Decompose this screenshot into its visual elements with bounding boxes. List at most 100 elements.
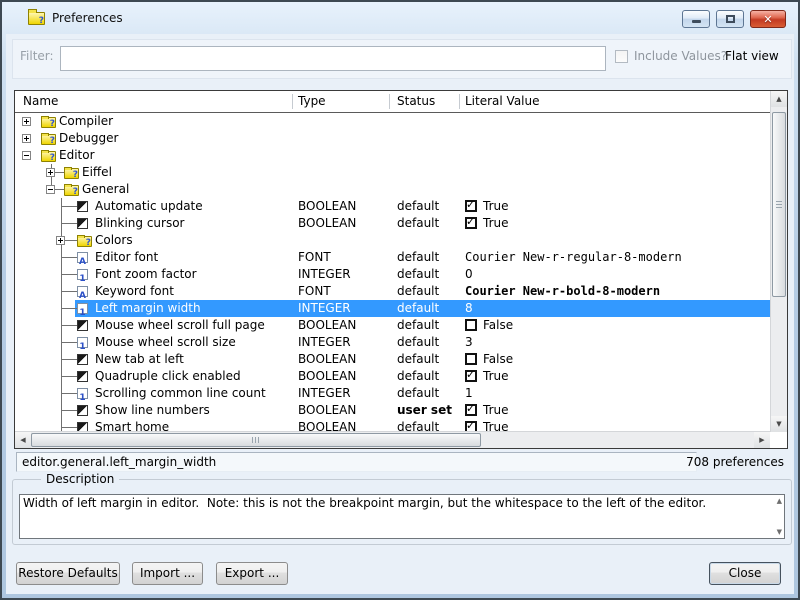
tree-row[interactable]: Scrolling common line countINTEGERdefaul… (15, 385, 770, 402)
import-button[interactable]: Import ... (132, 562, 203, 585)
tree-connector-line (61, 427, 77, 428)
tree-row[interactable]: Editor (15, 147, 770, 164)
expand-icon[interactable] (56, 236, 65, 245)
tree-row[interactable]: Blinking cursorBOOLEANdefaultTrue (15, 215, 770, 232)
tree-row[interactable]: General (15, 181, 770, 198)
close-button[interactable]: Close (709, 562, 781, 585)
column-header-status[interactable]: Status (397, 94, 435, 108)
description-scroll-down-icon[interactable]: ▼ (777, 528, 782, 536)
preference-name: Debugger (59, 130, 118, 147)
maximize-button[interactable] (716, 10, 744, 28)
preference-type: BOOLEAN (298, 402, 356, 419)
scroll-down-icon[interactable]: ▼ (771, 416, 787, 432)
int-icon (77, 337, 88, 348)
preference-name: New tab at left (95, 351, 184, 368)
preferences-window: Preferences ✕ Filter: Include Values? Fl… (0, 0, 800, 600)
value-checkbox[interactable] (465, 370, 477, 382)
value-checkbox[interactable] (465, 319, 477, 331)
bool-icon (77, 405, 88, 416)
include-values-checkbox[interactable] (615, 50, 628, 63)
column-separator[interactable] (292, 94, 293, 109)
value-checkbox[interactable] (465, 217, 477, 229)
bool-icon (77, 218, 88, 229)
scroll-up-icon[interactable]: ▲ (771, 91, 787, 107)
preference-name: Editor font (95, 249, 158, 266)
preference-type: BOOLEAN (298, 198, 356, 215)
folder-icon (41, 134, 56, 145)
preference-status: default (397, 334, 439, 351)
grid-header: Name Type Status Literal Value (15, 91, 770, 113)
description-scroll-up-icon[interactable]: ▲ (777, 497, 782, 505)
preference-value: 1 (465, 385, 473, 402)
maximize-icon (726, 15, 735, 23)
expand-icon[interactable] (46, 168, 55, 177)
preference-status: default (397, 317, 439, 334)
description-group: Description Width of left margin in edit… (12, 479, 792, 545)
preference-type: INTEGER (298, 266, 351, 283)
close-window-button[interactable]: ✕ (750, 10, 786, 28)
horizontal-scrollbar[interactable]: ◀ ▶ (15, 431, 770, 448)
tree-row[interactable]: Automatic updateBOOLEANdefaultTrue (15, 198, 770, 215)
value-checkbox[interactable] (465, 200, 477, 212)
tree-row[interactable]: Mouse wheel scroll sizeINTEGERdefault3 (15, 334, 770, 351)
tree-row[interactable]: Eiffel (15, 164, 770, 181)
preference-type: FONT (298, 283, 331, 300)
value-checkbox[interactable] (465, 404, 477, 416)
folder-icon (64, 185, 79, 196)
column-separator[interactable] (459, 94, 460, 109)
tree-connector-line (61, 206, 77, 207)
description-box: Width of left margin in editor. Note: th… (19, 494, 785, 539)
tree-connector-line (61, 291, 77, 292)
titlebar[interactable]: Preferences ✕ (4, 4, 796, 34)
preference-status: default (397, 385, 439, 402)
restore-defaults-button[interactable]: Restore Defaults (16, 562, 120, 585)
tree-row[interactable]: Quadruple click enabledBOOLEANdefaultTru… (15, 368, 770, 385)
tree-connector-line (61, 393, 77, 394)
column-header-type[interactable]: Type (298, 94, 326, 108)
tree-row[interactable]: Show line numbersBOOLEANuser setTrue (15, 402, 770, 419)
preference-name: Mouse wheel scroll full page (95, 317, 265, 334)
tree-row[interactable]: Keyword fontFONTdefaultCourier New-r-bol… (15, 283, 770, 300)
vertical-scroll-thumb[interactable] (772, 112, 786, 297)
collapse-icon[interactable] (22, 151, 31, 160)
preference-value: True (483, 368, 509, 385)
tree-row[interactable]: Mouse wheel scroll full pageBOOLEANdefau… (15, 317, 770, 334)
preference-value: Courier New-r-bold-8-modern (465, 283, 660, 300)
preference-type: BOOLEAN (298, 351, 356, 368)
filter-input[interactable] (60, 46, 606, 71)
collapse-icon[interactable] (46, 185, 55, 194)
tree-row-selected[interactable]: Left margin widthINTEGERdefault8 (15, 300, 770, 317)
tree-row[interactable]: Colors (15, 232, 770, 249)
tree-row[interactable]: Debugger (15, 130, 770, 147)
preference-name: Colors (95, 232, 133, 249)
column-header-literal[interactable]: Literal Value (465, 94, 540, 108)
tree-row[interactable]: Compiler (15, 113, 770, 130)
horizontal-scroll-thumb[interactable] (31, 433, 481, 447)
column-separator[interactable] (389, 94, 390, 109)
preference-status: default (397, 215, 439, 232)
scroll-left-icon[interactable]: ◀ (15, 432, 31, 448)
expand-icon[interactable] (22, 134, 31, 143)
include-values-label: Include Values? (634, 49, 727, 63)
preference-name: Scrolling common line count (95, 385, 266, 402)
export-button[interactable]: Export ... (216, 562, 288, 585)
preference-name: Eiffel (82, 164, 112, 181)
expand-icon[interactable] (22, 117, 31, 126)
minimize-button[interactable] (682, 10, 710, 28)
preference-status: default (397, 368, 439, 385)
preference-value: 8 (465, 300, 473, 317)
value-checkbox[interactable] (465, 353, 477, 365)
tree-row[interactable]: New tab at leftBOOLEANdefaultFalse (15, 351, 770, 368)
column-header-name[interactable]: Name (23, 94, 58, 108)
tree-row[interactable]: Font zoom factorINTEGERdefault0 (15, 266, 770, 283)
description-label: Description (41, 472, 119, 486)
bool-icon (77, 201, 88, 212)
tree-row[interactable]: Editor fontFONTdefaultCourier New-r-regu… (15, 249, 770, 266)
tree-connector-line (61, 410, 77, 411)
flat-view-toggle[interactable]: Flat view (725, 49, 779, 63)
preference-value: Courier New-r-regular-8-modern (465, 249, 682, 266)
folder-icon (41, 117, 56, 128)
folder-icon (64, 168, 79, 179)
vertical-scrollbar[interactable]: ▲ ▼ (770, 91, 787, 432)
scroll-right-icon[interactable]: ▶ (754, 432, 770, 448)
